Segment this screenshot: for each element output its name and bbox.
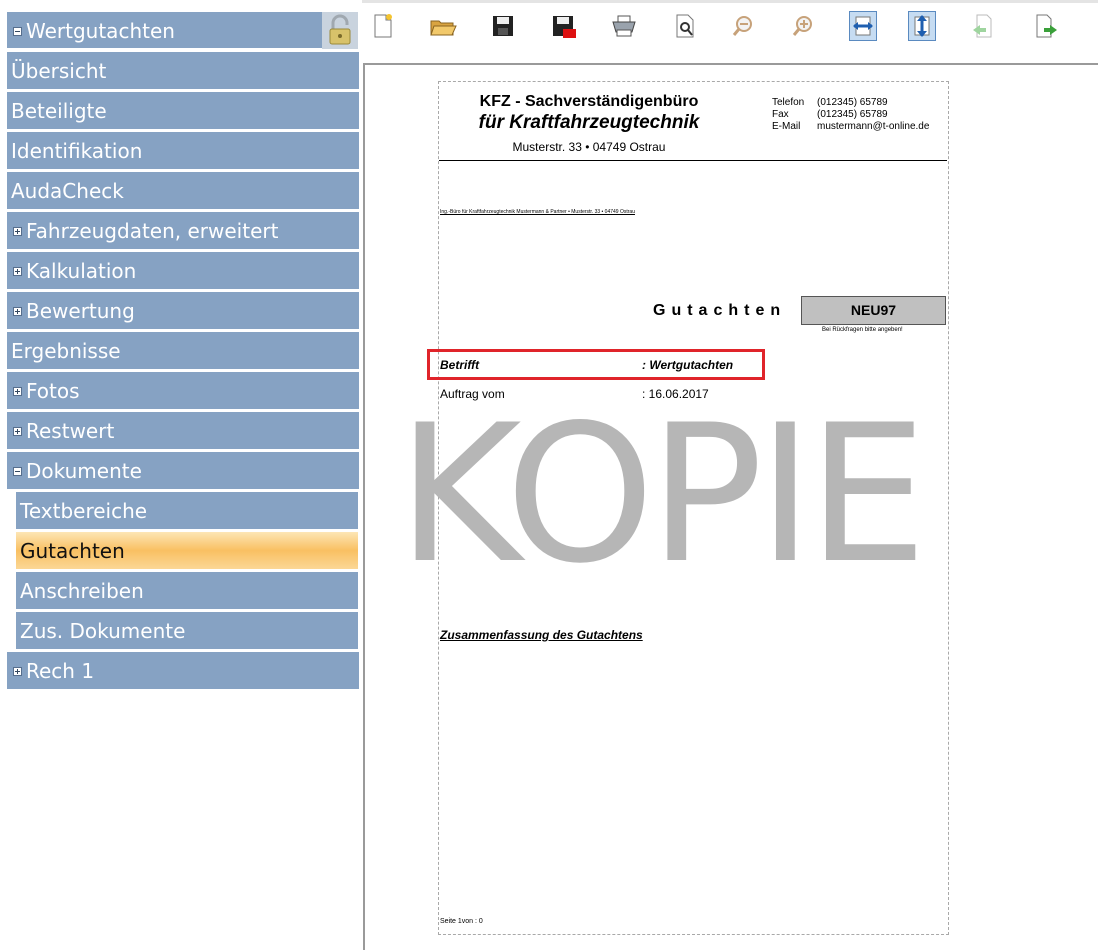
- contact-label: E-Mail: [772, 121, 801, 132]
- nav-item-ergebnisse[interactable]: Ergebnisse: [7, 332, 359, 370]
- copy-watermark: KOPIE: [397, 384, 927, 605]
- nav-item-dokumente[interactable]: Dokumente: [7, 452, 359, 490]
- contact-value: (012345) 65789: [817, 109, 888, 120]
- document-title: Gutachten: [653, 302, 787, 319]
- office-address: Musterstr. 33 • 04749 Ostrau: [512, 140, 666, 154]
- open-folder-icon[interactable]: [428, 12, 457, 40]
- nav-item-label: Übersicht: [11, 59, 107, 83]
- contact-value: mustermann@t-online.de: [817, 121, 930, 132]
- nav-item-label: Anschreiben: [20, 579, 144, 603]
- reference-box: NEU97: [801, 296, 946, 325]
- nav-item-label: AudaCheck: [11, 179, 124, 203]
- nav-item-label: Restwert: [26, 419, 115, 443]
- fit-width-icon[interactable]: [849, 11, 877, 41]
- collapse-icon[interactable]: [13, 466, 22, 476]
- nav-item-label: Textbereiche: [20, 499, 148, 523]
- nav-item-label: Kalkulation: [26, 259, 137, 283]
- nav-item-gutachten[interactable]: Gutachten: [16, 532, 358, 570]
- nav-item-label: Ergebnisse: [11, 339, 121, 363]
- nav-item-audacheck[interactable]: AudaCheck: [7, 172, 359, 210]
- nav-item-label: Fahrzeugdaten, erweitert: [26, 219, 279, 243]
- nav-item-label: Bewertung: [26, 299, 135, 323]
- zoom-out-icon[interactable]: [730, 12, 756, 40]
- expand-icon[interactable]: [13, 266, 22, 276]
- nav-item-label: Wertgutachten: [26, 19, 175, 43]
- nav-item-label: Dokumente: [26, 459, 142, 483]
- header-divider: [439, 160, 947, 161]
- nav-item-rech-1[interactable]: Rech 1: [7, 652, 359, 690]
- save-pdf-icon[interactable]: [550, 12, 576, 40]
- sender-line: Ing.-Büro für Kraftfahrzeugtechnik Muste…: [440, 209, 635, 215]
- expand-icon[interactable]: [13, 426, 22, 436]
- expand-icon[interactable]: [13, 666, 22, 676]
- print-icon[interactable]: [610, 12, 636, 40]
- zoom-in-icon[interactable]: [790, 12, 816, 40]
- next-page-icon[interactable]: [1032, 12, 1058, 40]
- nav-item-bewertung[interactable]: Bewertung: [7, 292, 359, 330]
- padlock-icon[interactable]: [322, 12, 358, 49]
- subject-value: : Wertgutachten: [642, 358, 734, 372]
- expand-icon[interactable]: [13, 306, 22, 316]
- order-row: Auftrag vom : 16.06.2017: [440, 387, 709, 401]
- nav-item-label: Rech 1: [26, 659, 95, 683]
- nav-item-textbereiche[interactable]: Textbereiche: [16, 492, 358, 530]
- nav-item-übersicht[interactable]: Übersicht: [7, 52, 359, 90]
- nav-item-zus-dokumente[interactable]: Zus. Dokumente: [16, 612, 358, 650]
- fit-height-icon[interactable]: [908, 11, 936, 41]
- nav-item-restwert[interactable]: Restwert: [7, 412, 359, 450]
- collapse-icon[interactable]: [13, 26, 22, 36]
- nav-item-label: Beteiligte: [11, 99, 107, 123]
- subject-row: Betrifft : Wertgutachten: [427, 349, 765, 380]
- office-subtitle: für Kraftfahrzeugtechnik: [478, 112, 700, 133]
- reference-note: Bei Rückfragen bitte angeben!: [822, 327, 903, 333]
- contact-label: Telefon: [772, 97, 805, 108]
- page-footer: Seite 1von : 0: [440, 918, 483, 925]
- nav-item-beteiligte[interactable]: Beteiligte: [7, 92, 359, 130]
- nav-item-wertgutachten[interactable]: Wertgutachten: [7, 12, 322, 49]
- office-name: KFZ - Sachverständigenbüro: [479, 93, 699, 110]
- toolbar: [362, 0, 1098, 56]
- page-preview-icon[interactable]: [672, 12, 698, 40]
- nav-item-kalkulation[interactable]: Kalkulation: [7, 252, 359, 290]
- nav-item-label: Fotos: [26, 379, 80, 403]
- nav-item-fotos[interactable]: Fotos: [7, 372, 359, 410]
- contact-label: Fax: [772, 109, 789, 120]
- navigation-tree: Wertgutachten Übersicht Beteiligte Identifi…: [0, 0, 362, 950]
- previous-page-icon[interactable]: [970, 12, 996, 40]
- nav-item-label: Gutachten: [20, 539, 125, 563]
- summary-heading: Zusammenfassung des Gutachtens: [440, 628, 643, 642]
- expand-icon[interactable]: [13, 386, 22, 396]
- order-label: Auftrag vom: [440, 387, 505, 401]
- nav-item-fahrzeugdaten-erweitert[interactable]: Fahrzeugdaten, erweitert: [7, 212, 359, 250]
- nav-item-identifikation[interactable]: Identifikation: [7, 132, 359, 170]
- contact-value: (012345) 65789: [817, 97, 888, 108]
- nav-item-label: Identifikation: [11, 139, 143, 163]
- order-value: : 16.06.2017: [642, 387, 709, 401]
- contact-block: Telefon (012345) 65789 Fax (012345) 65789 …: [772, 97, 929, 133]
- save-icon[interactable]: [490, 12, 516, 40]
- new-document-icon[interactable]: [370, 12, 396, 40]
- nav-item-label: Zus. Dokumente: [20, 619, 186, 643]
- nav-item-anschreiben[interactable]: Anschreiben: [16, 572, 358, 610]
- expand-icon[interactable]: [13, 226, 22, 236]
- document-page: KFZ - Sachverständigenbüro für Kraftfahr…: [397, 81, 949, 935]
